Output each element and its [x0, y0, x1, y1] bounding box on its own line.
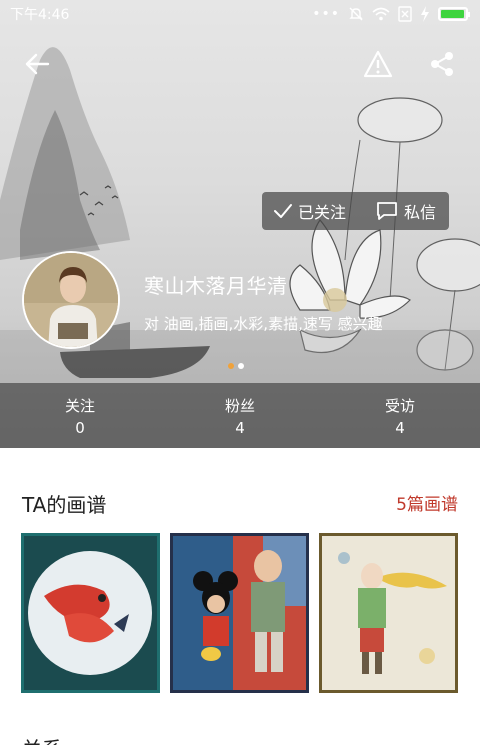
stat-followers[interactable]: 粉丝 4: [160, 383, 320, 448]
battery-level: [441, 10, 464, 18]
profile-interests: 对 油画,插画,水彩,素描,速写 感兴趣: [144, 315, 383, 333]
carousel-dot-2[interactable]: [238, 363, 244, 369]
stat-value: 4: [395, 418, 405, 437]
gallery-thumb-girl-umbrella[interactable]: [319, 533, 458, 693]
gallery-count-link[interactable]: 5篇画谱: [396, 490, 458, 515]
sim-off-icon: [398, 6, 412, 22]
gallery-title: TA的画谱: [22, 493, 107, 517]
battery-icon: [438, 7, 470, 21]
back-arrow-icon: [25, 53, 50, 75]
stat-visitors[interactable]: 受访 4: [320, 383, 480, 448]
girl-watercolor-painting-image: [322, 536, 455, 690]
check-icon: [274, 204, 292, 218]
follow-label: 已关注: [298, 203, 347, 222]
chat-icon: [377, 202, 397, 220]
charging-icon: [421, 6, 429, 22]
report-warning-icon: [363, 50, 393, 78]
stat-label: 关注: [64, 396, 95, 415]
back-button[interactable]: [17, 44, 57, 84]
stat-value: 0: [75, 418, 85, 437]
stat-label: 受访: [384, 396, 415, 415]
stat-value: 4: [235, 418, 245, 437]
relations-section-title: 关系: [22, 733, 62, 745]
status-time: 下午4:46: [10, 7, 70, 23]
top-action-bar: [0, 40, 480, 90]
profile-name: 寒山木落月华清: [144, 274, 288, 298]
stat-label: 粉丝: [224, 396, 255, 415]
carousel-dot-1[interactable]: [228, 363, 234, 369]
boy-with-mickey-painting-image: [173, 536, 306, 690]
message-label: 私信: [404, 203, 437, 222]
status-bar: 下午4:46 •••: [0, 0, 480, 28]
profile-banner: 下午4:46 ••• 已关注 私信 寒山木落月华清 对 油画,插画,水彩,素描,…: [0, 0, 480, 448]
carousel-indicator: [228, 363, 244, 369]
share-icon: [431, 52, 453, 76]
goldfish-painting-image: [24, 536, 157, 690]
share-button[interactable]: [422, 44, 462, 84]
wifi-icon: [372, 7, 390, 21]
status-icons: •••: [312, 6, 470, 22]
avatar[interactable]: [22, 251, 120, 349]
follow-button[interactable]: 已关注: [262, 192, 362, 230]
stat-following[interactable]: 关注 0: [0, 383, 160, 448]
gallery-thumb-mickey-boy[interactable]: [170, 533, 309, 693]
message-button[interactable]: 私信: [362, 192, 436, 230]
gallery-thumb-goldfish[interactable]: [21, 533, 160, 693]
follow-message-bar: 已关注 私信: [262, 192, 449, 230]
stats-bar: 关注 0 粉丝 4 受访 4: [0, 383, 480, 448]
avatar-portrait-image: [24, 253, 118, 347]
mute-icon: [349, 7, 363, 21]
more-dots-icon: •••: [312, 6, 340, 22]
report-button[interactable]: [358, 44, 398, 84]
